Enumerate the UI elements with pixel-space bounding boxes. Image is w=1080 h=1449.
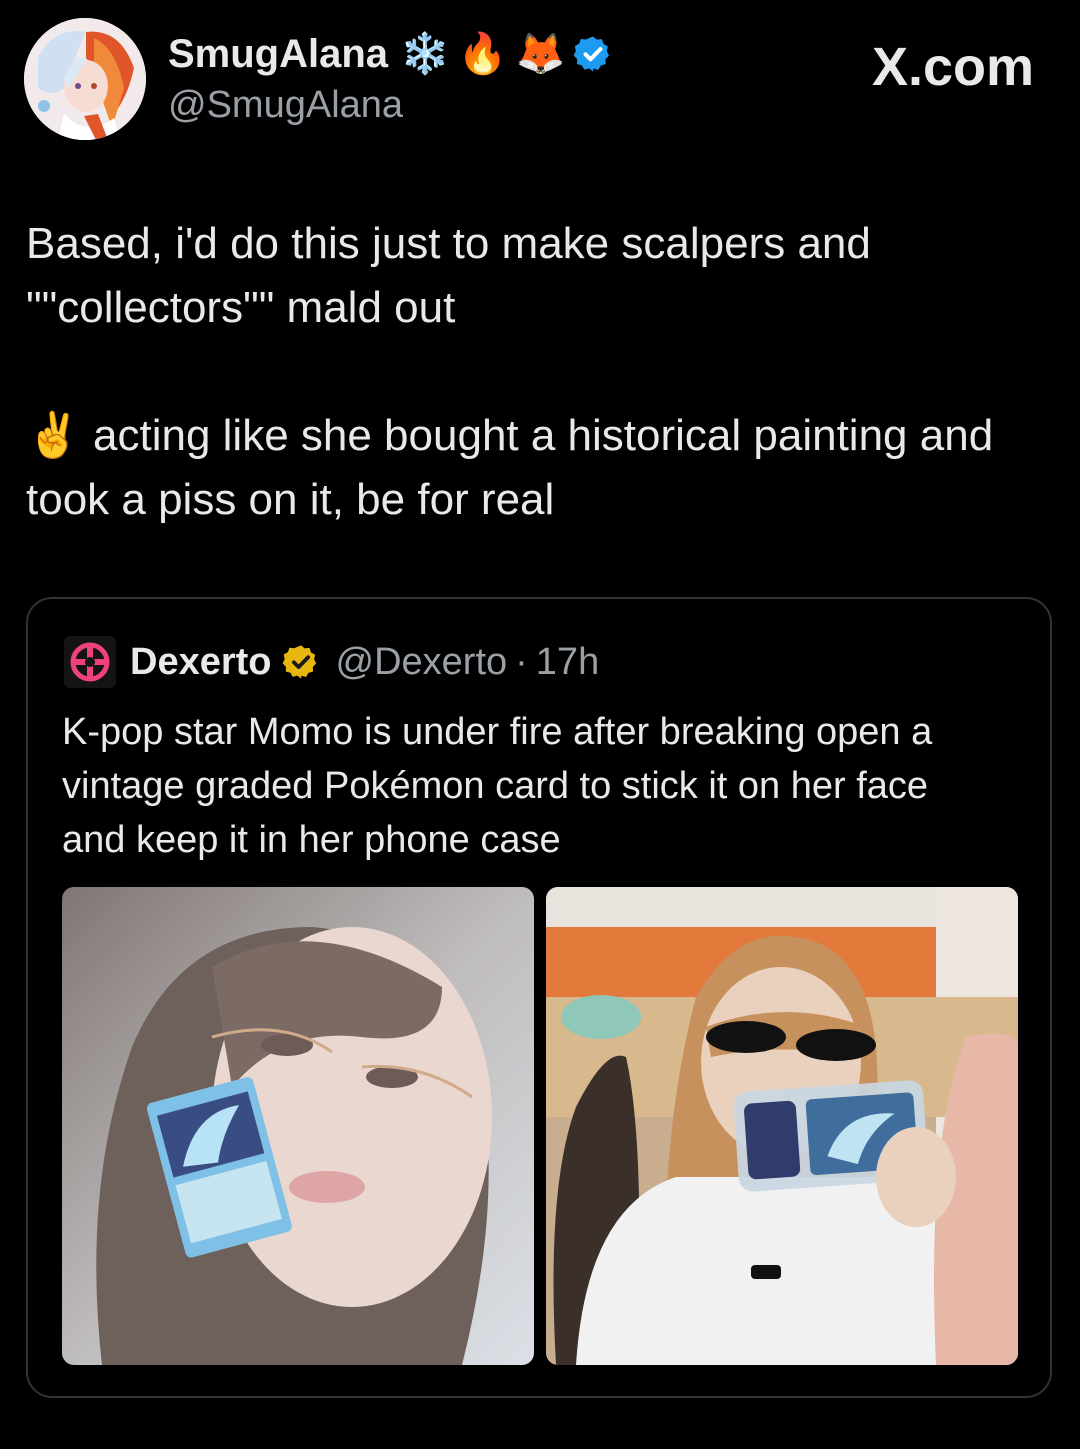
snowflake-emoji-icon: ❄️ xyxy=(400,32,450,76)
author-handle[interactable]: @SmugAlana xyxy=(168,84,403,127)
quoted-post-text: K-pop star Momo is under fire after brea… xyxy=(62,705,1032,867)
quoted-photo-2[interactable] xyxy=(546,887,1018,1365)
quoted-author-name[interactable]: Dexerto xyxy=(130,641,272,684)
post-text-line: took a piss on it, be for real xyxy=(26,475,555,524)
post-text: Based, i'd do this just to make scalpers… xyxy=(26,212,1056,532)
author-avatar[interactable] xyxy=(24,18,146,140)
author-display-name[interactable]: SmugAlana xyxy=(168,32,388,77)
verified-badge-icon xyxy=(574,36,610,72)
photo-icon xyxy=(546,887,1018,1365)
separator-dot: · xyxy=(515,640,528,683)
site-label: X.com xyxy=(871,37,1034,97)
gold-verified-badge-icon xyxy=(282,645,316,679)
quoted-text-line: K-pop star Momo is under fire after brea… xyxy=(62,711,933,753)
fox-emoji-icon: 🦊 xyxy=(515,32,566,76)
quoted-photo-1[interactable] xyxy=(62,887,534,1365)
name-emoji-row: ❄️ 🔥 🦊 xyxy=(400,26,613,82)
quoted-post-time[interactable]: 17h xyxy=(536,641,599,684)
post-text-line: ""collectors"" mald out xyxy=(26,283,456,332)
quoted-author-handle[interactable]: @Dexerto xyxy=(336,641,508,684)
avatar-image xyxy=(24,18,146,140)
quoted-post-header: Dexerto @Dexerto · 17h xyxy=(64,635,599,689)
fire-emoji-icon: 🔥 xyxy=(457,32,508,76)
post-text-line: ✌️ acting like she bought a historical p… xyxy=(26,411,994,460)
quoted-text-line: vintage graded Pokémon card to stick it … xyxy=(62,765,929,807)
quoted-post-card[interactable]: Dexerto @Dexerto · 17h K-pop star Momo i… xyxy=(26,597,1052,1398)
quoted-text-line: and keep it in her phone case xyxy=(62,819,561,861)
photo-icon xyxy=(62,887,534,1365)
post-text-line: Based, i'd do this just to make scalpers… xyxy=(26,219,871,268)
dexerto-logo-icon[interactable] xyxy=(64,636,116,688)
